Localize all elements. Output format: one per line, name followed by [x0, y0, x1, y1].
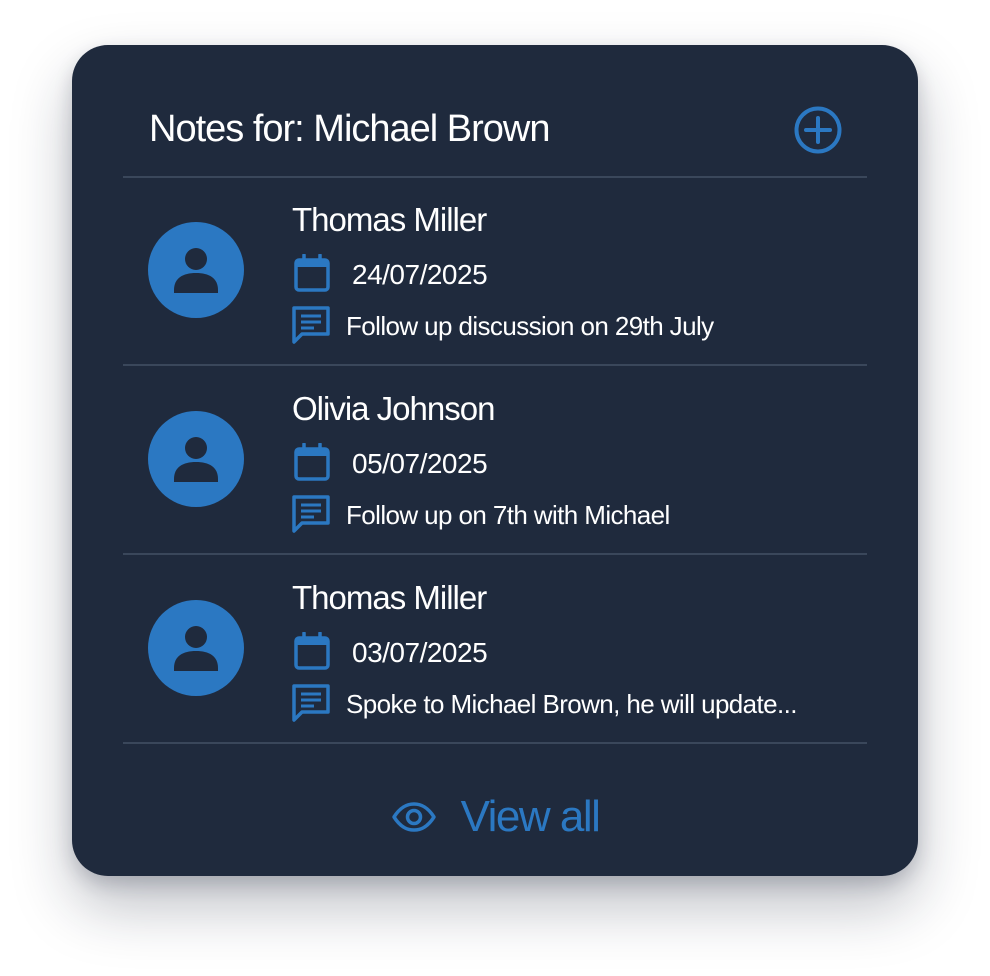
note-author: Thomas Miller: [292, 201, 487, 238]
notes-title: Notes for: Michael Brown: [149, 108, 550, 150]
view-all-label: View all: [460, 792, 601, 841]
person-icon: [174, 626, 218, 671]
notes-card: Notes for: Michael Brown Thomas Miller 2…: [72, 45, 918, 876]
person-icon: [174, 248, 218, 293]
calendar-icon: [294, 254, 330, 292]
message-icon: [292, 306, 330, 344]
message-icon: [292, 495, 330, 533]
add-note-button[interactable]: [793, 105, 843, 155]
eye-icon: [391, 802, 436, 832]
note-date: 05/07/2025: [352, 448, 488, 479]
note-date: 03/07/2025: [352, 637, 488, 668]
notes-header: Notes for: Michael Brown: [123, 45, 867, 178]
note-author: Olivia Johnson: [292, 390, 495, 427]
person-icon: [174, 437, 218, 482]
note-date: 24/07/2025: [352, 259, 488, 290]
note-text: Spoke to Michael Brown, he will update..…: [346, 689, 797, 719]
note-text: Follow up on 7th with Michael: [346, 500, 670, 530]
calendar-icon: [294, 443, 330, 481]
avatar: [148, 222, 244, 318]
avatar: [148, 600, 244, 696]
plus-circle-icon: [794, 106, 842, 154]
note-item[interactable]: Thomas Miller 03/07/2025 Spoke to Michae…: [123, 554, 867, 744]
view-all-button[interactable]: View all: [72, 789, 918, 845]
note-item[interactable]: Thomas Miller 24/07/2025 Follow up discu…: [123, 176, 867, 366]
avatar: [148, 411, 244, 507]
note-item[interactable]: Olivia Johnson 05/07/2025 Follow up on 7…: [123, 365, 867, 555]
message-icon: [292, 684, 330, 722]
calendar-icon: [294, 632, 330, 670]
note-text: Follow up discussion on 29th July: [346, 311, 714, 341]
note-author: Thomas Miller: [292, 579, 487, 616]
